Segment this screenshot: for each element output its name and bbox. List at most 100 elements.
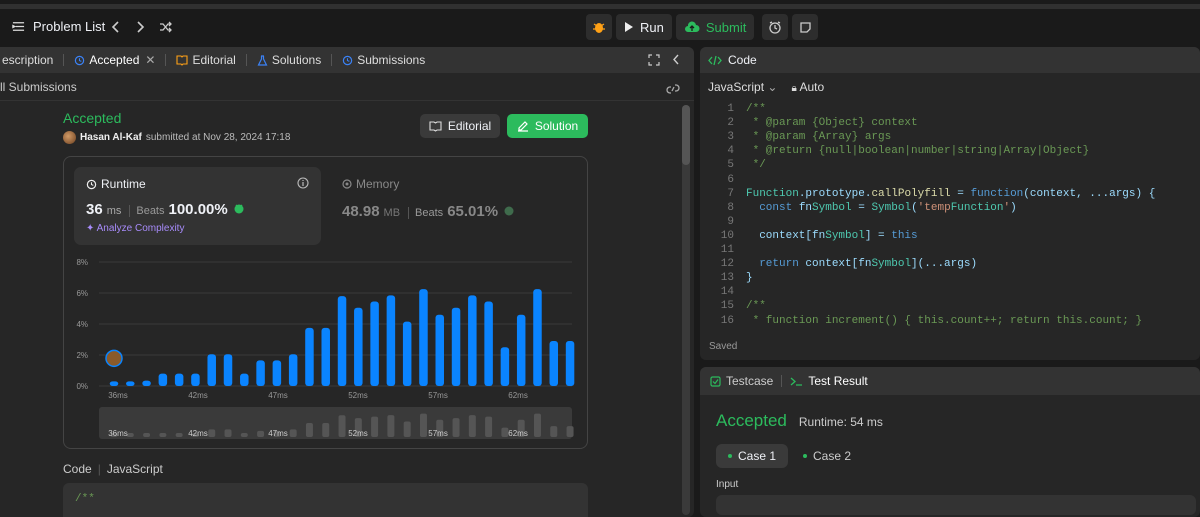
- code-line: * @param {Object} context: [746, 117, 918, 130]
- note-icon[interactable]: [792, 14, 819, 40]
- close-icon[interactable]: ✕: [145, 53, 155, 67]
- range-slider-bar: [305, 422, 313, 437]
- chart-bar: [288, 354, 298, 386]
- link-icon[interactable]: [666, 83, 680, 95]
- auto-mode[interactable]: 🔒︎ Auto: [791, 80, 824, 94]
- submit-button[interactable]: Submit: [675, 14, 755, 40]
- chart-bar: [468, 295, 477, 386]
- horizontal-splitter[interactable]: [700, 360, 1200, 367]
- chart-bar: [451, 307, 461, 386]
- tab-description[interactable]: escription: [0, 53, 57, 67]
- line-number: 1: [727, 103, 734, 115]
- info-icon[interactable]: [297, 177, 309, 189]
- code-panel-header: Code: [700, 47, 1200, 73]
- chart-bar: [484, 301, 493, 386]
- user-name[interactable]: Hasan Al-Kaf: [80, 132, 142, 143]
- tab-editorial-label: Editorial: [192, 53, 236, 67]
- shuffle-icon[interactable]: [158, 19, 174, 35]
- left-scrollbar[interactable]: [682, 105, 690, 515]
- case-1-tab[interactable]: Case 1: [716, 444, 789, 468]
- line-number: 11: [720, 244, 734, 256]
- problem-list-button[interactable]: Problem List: [12, 19, 105, 34]
- tab-editorial[interactable]: Editorial: [172, 53, 239, 67]
- chart-bar: [386, 295, 396, 386]
- memory-value-row: 48.98 MB Beats 65.01%: [342, 203, 516, 220]
- tab-testcase-label: Testcase: [726, 374, 774, 388]
- scrollbar-thumb[interactable]: [682, 105, 690, 165]
- timer-icon[interactable]: [762, 14, 789, 40]
- code-line: /**: [746, 103, 766, 115]
- range-slider-bar: [419, 413, 427, 437]
- runtime-value: 36: [86, 201, 103, 218]
- left-tabbar: escription Accepted ✕ Editorial Solution…: [0, 47, 694, 73]
- memory-card[interactable]: Memory 48.98 MB Beats 65.01%: [342, 177, 516, 220]
- chart-bar: [158, 373, 168, 386]
- runtime-beats-value: 100.00%: [168, 201, 228, 218]
- prev-problem-icon[interactable]: [108, 19, 124, 35]
- tab-description-label: escription: [2, 53, 54, 67]
- editorial-button[interactable]: Editorial: [420, 114, 500, 138]
- chart-bar: [142, 380, 151, 386]
- test-result-status: Accepted: [716, 411, 787, 430]
- range-slider-bar: [387, 415, 395, 437]
- code-panel: Code JavaScript ⌄ 🔒︎ Auto 1 /** 2 * @param…: [700, 47, 1200, 360]
- range-slider-track: [99, 407, 572, 439]
- line-number: 13: [720, 272, 734, 285]
- chart-bar: [337, 296, 347, 386]
- saved-status: Saved: [709, 341, 738, 352]
- memory-label: Memory: [342, 177, 516, 191]
- case-1-label: Case 1: [738, 449, 777, 463]
- play-icon: [625, 22, 633, 32]
- list-icon: [12, 22, 25, 31]
- chart-bar: [321, 327, 330, 386]
- problem-list-label: Problem List: [33, 19, 106, 34]
- expand-icon[interactable]: [648, 54, 660, 69]
- line-number: 3: [727, 131, 734, 144]
- all-submissions-link[interactable]: ll Submissions: [0, 73, 694, 101]
- chart-bar: [191, 373, 200, 386]
- chart-bar: [402, 321, 412, 386]
- chart-bar: [256, 360, 265, 386]
- analyze-complexity-link[interactable]: ✦ Analyze Complexity: [86, 223, 184, 234]
- avatar[interactable]: [63, 131, 76, 144]
- terminal-icon: [790, 377, 803, 386]
- case-2-tab[interactable]: Case 2: [791, 444, 863, 468]
- test-result-summary: Accepted Runtime: 54 ms: [716, 411, 883, 431]
- runtime-unit: ms: [106, 205, 122, 217]
- edit-icon: [517, 121, 528, 132]
- runtime-card[interactable]: Runtime 36 ms Beats 100.00% ✦ Analyze Co…: [74, 167, 321, 245]
- line-number: 12: [720, 258, 734, 271]
- chart-bar: [109, 381, 119, 386]
- range-slider-bar: [240, 433, 248, 437]
- tab-test-result[interactable]: Test Result: [790, 374, 868, 388]
- runtime-distribution-chart: 8% 6% 4% 2% 0% 36ms 42ms 47ms 52ms 57ms 62ms 36ms 42…: [76, 258, 575, 439]
- stats-box: Runtime 36 ms Beats 100.00% ✦ Analyze Co…: [63, 156, 588, 449]
- chart-bar: [126, 381, 135, 386]
- run-button[interactable]: Run: [616, 14, 672, 40]
- divider: |: [97, 462, 101, 476]
- language-select[interactable]: JavaScript ⌄: [708, 80, 777, 94]
- tab-submissions[interactable]: Submissions: [338, 53, 429, 67]
- range-slider-bar: [208, 429, 216, 437]
- tab-solutions[interactable]: Solutions: [253, 53, 325, 67]
- code-line: Function.prototype.callPolyfill = functi…: [746, 187, 1156, 200]
- submitted-code-preview[interactable]: /**: [63, 483, 588, 517]
- line-number: 16: [720, 314, 734, 327]
- y-tick-label: 8%: [76, 258, 88, 267]
- solution-button[interactable]: Solution: [507, 114, 588, 138]
- range-slider-label: 62ms: [508, 429, 528, 438]
- tab-accepted-label: Accepted: [89, 53, 140, 67]
- debug-icon[interactable]: [586, 14, 612, 40]
- tab-accepted[interactable]: Accepted ✕: [70, 53, 159, 67]
- all-submissions-label: ll Submissions: [0, 79, 77, 94]
- tab-testcase[interactable]: Testcase: [710, 374, 773, 388]
- y-tick-label: 4%: [76, 320, 88, 329]
- tab-divider: [165, 54, 167, 66]
- collapse-icon[interactable]: [672, 53, 680, 69]
- input-box[interactable]: [716, 495, 1196, 515]
- tab-divider: [331, 54, 333, 66]
- next-problem-icon[interactable]: [132, 19, 148, 35]
- chart-bar: [272, 360, 282, 386]
- range-slider-bar: [257, 430, 265, 437]
- code-line: const fnSymbol = Symbol('tempFunction'): [759, 201, 1017, 214]
